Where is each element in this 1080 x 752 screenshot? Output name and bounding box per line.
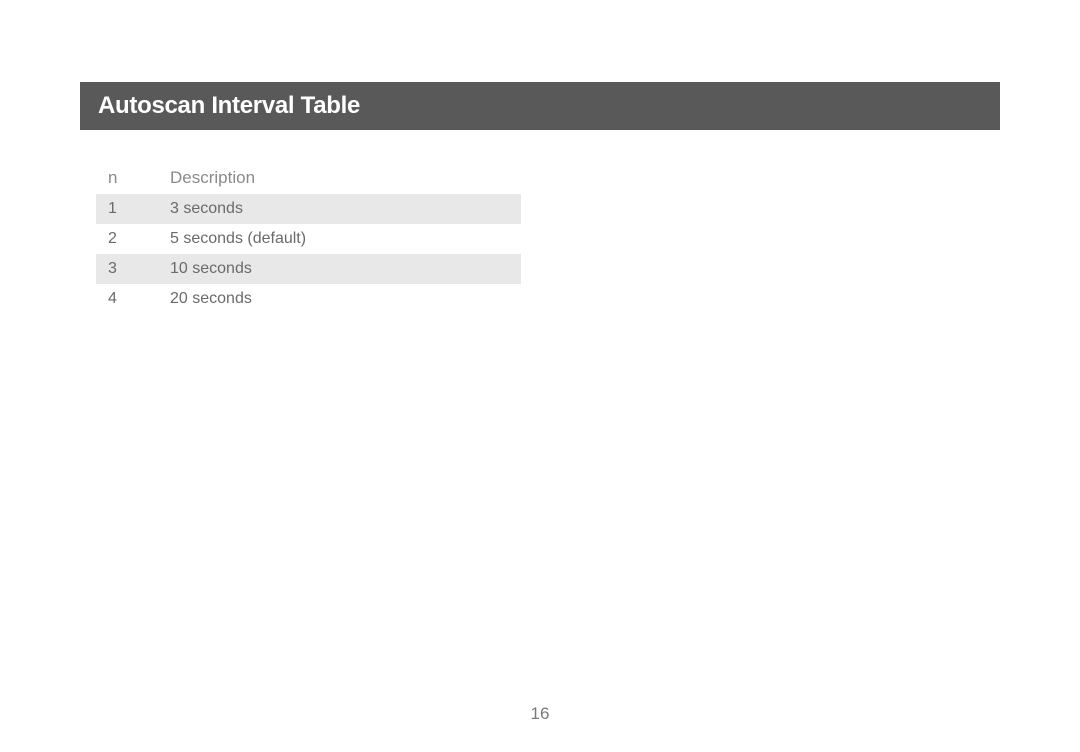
autoscan-interval-table: n Description 1 3 seconds 2 5 seconds (d…: [96, 162, 521, 314]
cell-n: 4: [96, 284, 158, 314]
cell-description: 3 seconds: [158, 194, 521, 224]
table-row: 2 5 seconds (default): [96, 224, 521, 254]
page-number: 16: [0, 704, 1080, 724]
table-row: 1 3 seconds: [96, 194, 521, 224]
cell-description: 20 seconds: [158, 284, 521, 314]
col-header-description: Description: [158, 162, 521, 194]
cell-description: 10 seconds: [158, 254, 521, 284]
table-header-row: n Description: [96, 162, 521, 194]
table-row: 4 20 seconds: [96, 284, 521, 314]
title-bar: Autoscan Interval Table: [80, 82, 1000, 130]
cell-n: 2: [96, 224, 158, 254]
page-title: Autoscan Interval Table: [98, 92, 360, 120]
cell-n: 1: [96, 194, 158, 224]
table-row: 3 10 seconds: [96, 254, 521, 284]
cell-description: 5 seconds (default): [158, 224, 521, 254]
cell-n: 3: [96, 254, 158, 284]
col-header-n: n: [96, 162, 158, 194]
